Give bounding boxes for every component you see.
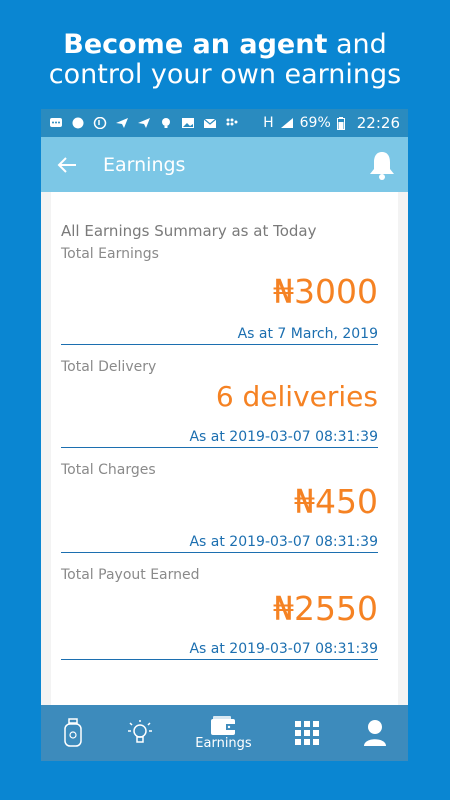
back-arrow-icon[interactable]: [57, 156, 77, 174]
section-date: As at 2019-03-07 08:31:39: [189, 429, 378, 445]
page-title: Earnings: [103, 153, 186, 176]
promo-rest-text: and: [327, 29, 387, 60]
summary-title: All Earnings Summary as at Today: [61, 222, 317, 240]
send-icon: [116, 118, 128, 128]
nav-tips[interactable]: [127, 719, 153, 747]
bulb-icon: [162, 118, 170, 128]
notification-icons: [49, 117, 263, 129]
music-icon: [93, 117, 107, 129]
nav-gas[interactable]: [62, 718, 84, 748]
grid-icon: [295, 721, 320, 745]
gmail-icon: [203, 118, 217, 128]
bell-icon[interactable]: [368, 150, 396, 180]
app-bar: Earnings: [41, 137, 408, 192]
divider: [61, 344, 378, 345]
divider: [61, 659, 378, 660]
section-value: ₦3000: [273, 272, 378, 311]
divider: [61, 447, 378, 448]
battery-percent: 69%: [299, 115, 331, 131]
section-value: ₦2550: [273, 589, 378, 628]
section-label: Total Charges: [61, 462, 156, 478]
earnings-section: Total Earnings ₦3000 As at 7 March, 2019: [51, 246, 398, 345]
delivery-section: Total Delivery 6 deliveries As at 2019-0…: [51, 359, 398, 448]
section-label: Total Payout Earned: [61, 567, 200, 583]
payout-section: Total Payout Earned ₦2550 As at 2019-03-…: [51, 567, 398, 660]
user-icon: [363, 720, 386, 746]
phone-screen: H 69% 22:26 Earnings All Earnings Summar…: [41, 109, 408, 761]
nav-label: Earnings: [195, 735, 252, 751]
image-icon: [182, 118, 194, 128]
section-label: Total Delivery: [61, 359, 157, 375]
divider: [61, 552, 378, 553]
charges-section: Total Charges ₦450 As at 2019-03-07 08:3…: [51, 462, 398, 553]
nav-earnings[interactable]: Earnings: [195, 715, 252, 751]
section-date: As at 2019-03-07 08:31:39: [189, 641, 378, 657]
network-type: H: [263, 115, 274, 131]
status-bar: H 69% 22:26: [41, 109, 408, 137]
section-date: As at 7 March, 2019: [237, 326, 378, 342]
status-right: H 69% 22:26: [263, 114, 400, 132]
battery-icon: [336, 116, 345, 130]
promo-bold-text: Become an agent: [63, 29, 328, 60]
blackberry-icon: [226, 118, 238, 126]
earnings-card: All Earnings Summary as at Today Total E…: [51, 192, 398, 705]
section-label: Total Earnings: [61, 246, 159, 262]
nav-menu[interactable]: [294, 720, 320, 746]
promo-headline: Become an agent and control your own ear…: [0, 30, 450, 90]
gas-cylinder-icon: [64, 718, 82, 747]
section-value: ₦450: [294, 482, 378, 521]
promo-line-1: Become an agent and: [0, 30, 450, 60]
wallet-icon: [211, 715, 236, 735]
signal-icon: [280, 118, 293, 128]
bottom-navigation: Earnings: [41, 705, 408, 761]
send-icon: [138, 118, 150, 128]
chat-icon: [50, 118, 62, 127]
section-value: 6 deliveries: [215, 380, 378, 413]
nav-profile[interactable]: [363, 719, 387, 747]
clock: 22:26: [356, 114, 400, 132]
promo-line-2: control your own earnings: [48, 59, 402, 90]
shazam-icon: [72, 117, 84, 129]
lightbulb-icon: [127, 720, 152, 743]
section-date: As at 2019-03-07 08:31:39: [189, 534, 378, 550]
